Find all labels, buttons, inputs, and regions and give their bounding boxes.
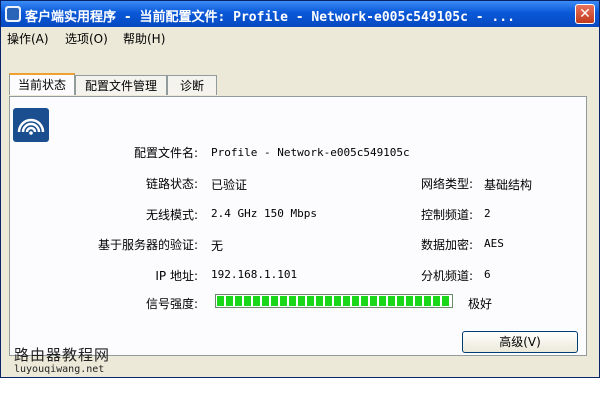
menu-help[interactable]: 帮助(H) xyxy=(123,30,165,47)
tab-profile-management[interactable]: 配置文件管理 xyxy=(75,75,167,95)
link-status-value: 已验证 xyxy=(211,178,248,192)
app-wireless-icon xyxy=(5,6,21,22)
sub-channel-label: 分机频道: xyxy=(420,269,473,283)
tab-current-status[interactable]: 当前状态 xyxy=(9,73,75,95)
advanced-button[interactable]: 高级(V) xyxy=(462,331,578,353)
network-type-value: 基础结构 xyxy=(484,178,533,192)
signal-strength-text: 极好 xyxy=(468,297,493,311)
ip-address-value: 192.168.1.101 xyxy=(211,268,298,281)
signal-strength-fill xyxy=(217,296,451,306)
watermark-site-name: 路由器教程网 xyxy=(14,346,111,364)
network-type-label: 网络类型: xyxy=(420,177,473,191)
wifi-signal-icon xyxy=(13,108,49,142)
menu-action[interactable]: 操作(A) xyxy=(7,30,49,47)
sub-channel-value: 6 xyxy=(484,268,491,281)
wireless-mode-label: 无线模式: xyxy=(145,208,198,222)
title-bar[interactable]: 客户端实用程序 - 当前配置文件: Profile - Network-e005… xyxy=(1,1,599,27)
status-panel xyxy=(9,96,587,356)
window-title: 客户端实用程序 - 当前配置文件: Profile - Network-e005… xyxy=(25,10,515,25)
link-status-label: 链路状态: xyxy=(145,177,198,191)
data-encryption-label: 数据加密: xyxy=(420,238,473,252)
control-channel-value: 2 xyxy=(484,207,491,220)
profile-name-label: 配置文件名: xyxy=(133,146,198,160)
tab-diagnostics[interactable]: 诊断 xyxy=(167,75,217,95)
signal-strength-label: 信号强度: xyxy=(145,297,198,311)
wireless-mode-value: 2.4 GHz 150 Mbps xyxy=(211,207,317,220)
menu-options[interactable]: 选项(O) xyxy=(65,30,108,47)
watermark-site-url: luyouqiwang.net xyxy=(14,364,105,375)
ip-address-label: IP 地址: xyxy=(155,269,198,283)
server-auth-label: 基于服务器的验证: xyxy=(97,238,198,252)
profile-name-value: Profile - Network-e005c549105c xyxy=(211,146,410,159)
signal-strength-bar xyxy=(215,294,453,308)
control-channel-label: 控制频道: xyxy=(420,208,473,222)
close-button[interactable]: ✕ xyxy=(575,4,595,24)
data-encryption-value: AES xyxy=(484,237,504,250)
server-auth-value: 无 xyxy=(211,239,224,253)
menu-bar: 操作(A) 选项(O) 帮助(H) xyxy=(1,27,599,47)
close-icon: ✕ xyxy=(579,6,591,22)
client-utility-window: 客户端实用程序 - 当前配置文件: Profile - Network-e005… xyxy=(0,0,600,378)
